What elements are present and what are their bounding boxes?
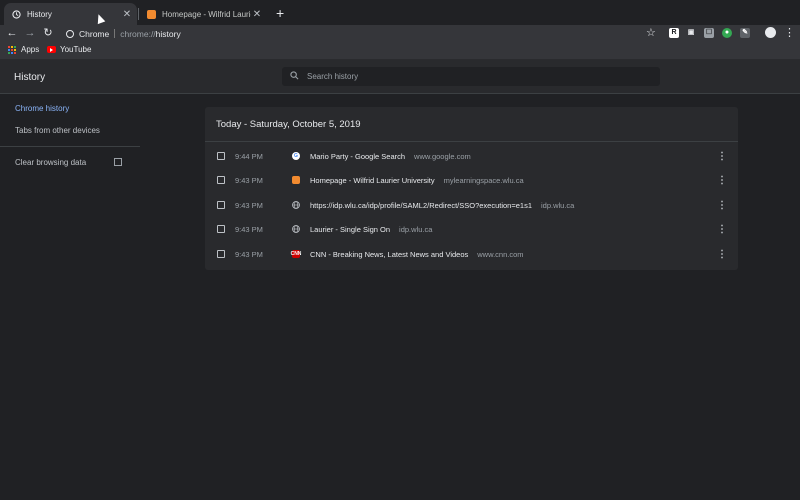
laurier-favicon-icon [292, 176, 300, 184]
tab-title: History [27, 9, 52, 19]
bookmark-star-icon[interactable]: ☆ [646, 26, 656, 39]
search-icon [290, 71, 299, 82]
omnibox-path: history [155, 28, 181, 39]
row-title-link[interactable]: Laurier - Single Sign On [310, 225, 390, 234]
globe-icon [292, 201, 300, 209]
bookmarks-bar: Apps YouTube [0, 42, 800, 60]
google-favicon-icon: G [292, 152, 300, 160]
row-checkbox[interactable] [217, 201, 225, 209]
row-domain: mylearningspace.wlu.ca [443, 175, 524, 185]
new-tab-button[interactable]: + [276, 5, 284, 21]
history-card: Today - Saturday, October 5, 2019 9:44 P… [205, 107, 738, 270]
row-domain: idp.wlu.ca [541, 200, 575, 210]
row-domain: www.cnn.com [477, 249, 524, 259]
reload-button[interactable]: ↻ [41, 26, 55, 40]
address-bar[interactable]: Chrome chrome://history [60, 26, 660, 41]
row-time: 9:43 PM [235, 224, 263, 234]
sidebar-divider [0, 146, 140, 147]
browser-menu-icon[interactable]: ⋮ [784, 26, 795, 39]
external-link-icon[interactable] [114, 158, 122, 166]
history-row[interactable]: 9:43 PM https://idp.wlu.ca/idp/profile/S… [205, 193, 738, 217]
row-menu-icon[interactable]: ⋮ [717, 175, 727, 186]
cnn-favicon-icon: CNN [290, 250, 302, 258]
history-row[interactable]: 9:43 PM CNN CNN - Breaking News, Latest … [205, 242, 738, 266]
history-date-header: Today - Saturday, October 5, 2019 [216, 119, 361, 130]
search-history-field[interactable]: Search history [282, 67, 660, 86]
omnibox-scheme: chrome:// [120, 28, 156, 39]
bookmark-label: YouTube [60, 45, 92, 54]
row-domain: idp.wlu.ca [399, 224, 433, 234]
row-title-link[interactable]: Homepage - Wilfrid Laurier University [310, 176, 435, 185]
card-divider [205, 141, 738, 142]
row-menu-icon[interactable]: ⋮ [717, 249, 727, 260]
bookmark-apps[interactable]: Apps [8, 45, 39, 54]
row-time: 9:44 PM [235, 151, 263, 161]
sidebar: Chrome history Tabs from other devices C… [0, 94, 140, 500]
profile-avatar-icon[interactable] [765, 27, 776, 38]
close-icon[interactable]: ✕ [251, 9, 263, 20]
row-domain: www.google.com [414, 151, 471, 161]
laurier-favicon-icon [147, 9, 156, 19]
chrome-page-icon [66, 29, 74, 38]
extension-box-icon[interactable]: ☐ [704, 28, 714, 38]
row-checkbox[interactable] [217, 250, 225, 258]
history-row[interactable]: 9:43 PM Homepage - Wilfrid Laurier Unive… [205, 168, 738, 192]
row-title-link[interactable]: Mario Party - Google Search [310, 152, 405, 161]
tab-title: Homepage - Wilfrid Laurier Uni [162, 9, 251, 19]
search-placeholder: Search history [307, 72, 359, 81]
sidebar-item-other-devices[interactable]: Tabs from other devices [15, 126, 100, 135]
row-time: 9:43 PM [235, 200, 263, 210]
row-menu-icon[interactable]: ⋮ [717, 224, 727, 235]
extension-green-icon[interactable]: ● [722, 28, 732, 38]
omnibox-site: Chrome [79, 28, 110, 39]
row-checkbox[interactable] [217, 225, 225, 233]
row-title-link[interactable]: CNN - Breaking News, Latest News and Vid… [310, 250, 468, 259]
globe-icon [292, 225, 300, 233]
history-row[interactable]: 9:44 PM G Mario Party - Google Search www… [205, 144, 738, 168]
row-title-link[interactable]: https://idp.wlu.ca/idp/profile/SAML2/Red… [310, 201, 532, 210]
youtube-icon [47, 46, 56, 53]
apps-grid-icon [8, 45, 16, 54]
row-time: 9:43 PM [235, 249, 263, 259]
page-title: History [14, 72, 46, 83]
extension-r-icon[interactable]: R [669, 28, 679, 38]
row-checkbox[interactable] [217, 152, 225, 160]
bookmark-label: Apps [21, 45, 40, 54]
history-row[interactable]: 9:43 PM Laurier - Single Sign On idp.wlu.… [205, 217, 738, 241]
extension-pen-icon[interactable]: ✎ [740, 28, 750, 38]
row-menu-icon[interactable]: ⋮ [717, 151, 727, 162]
toolbar: ← → ↻ Chrome chrome://history [0, 25, 800, 42]
sidebar-item-clear-browsing-data[interactable]: Clear browsing data [15, 158, 86, 167]
extension-screen-icon[interactable]: ▣ [686, 28, 696, 38]
forward-button[interactable]: → [23, 26, 37, 40]
back-button[interactable]: ← [5, 26, 19, 40]
close-icon[interactable]: ✕ [121, 9, 133, 20]
tab-history[interactable]: History ✕ [4, 3, 137, 25]
row-menu-icon[interactable]: ⋮ [717, 200, 727, 211]
tab-laurier[interactable]: Homepage - Wilfrid Laurier Uni ✕ [139, 3, 267, 25]
sidebar-item-chrome-history[interactable]: Chrome history [15, 104, 69, 113]
bookmark-youtube[interactable]: YouTube [47, 45, 91, 54]
omnibox-divider [114, 29, 116, 38]
history-icon [12, 9, 21, 19]
row-time: 9:43 PM [235, 175, 263, 185]
row-checkbox[interactable] [217, 176, 225, 184]
tab-strip: History ✕ Homepage - Wilfrid Laurier Uni… [0, 0, 800, 25]
